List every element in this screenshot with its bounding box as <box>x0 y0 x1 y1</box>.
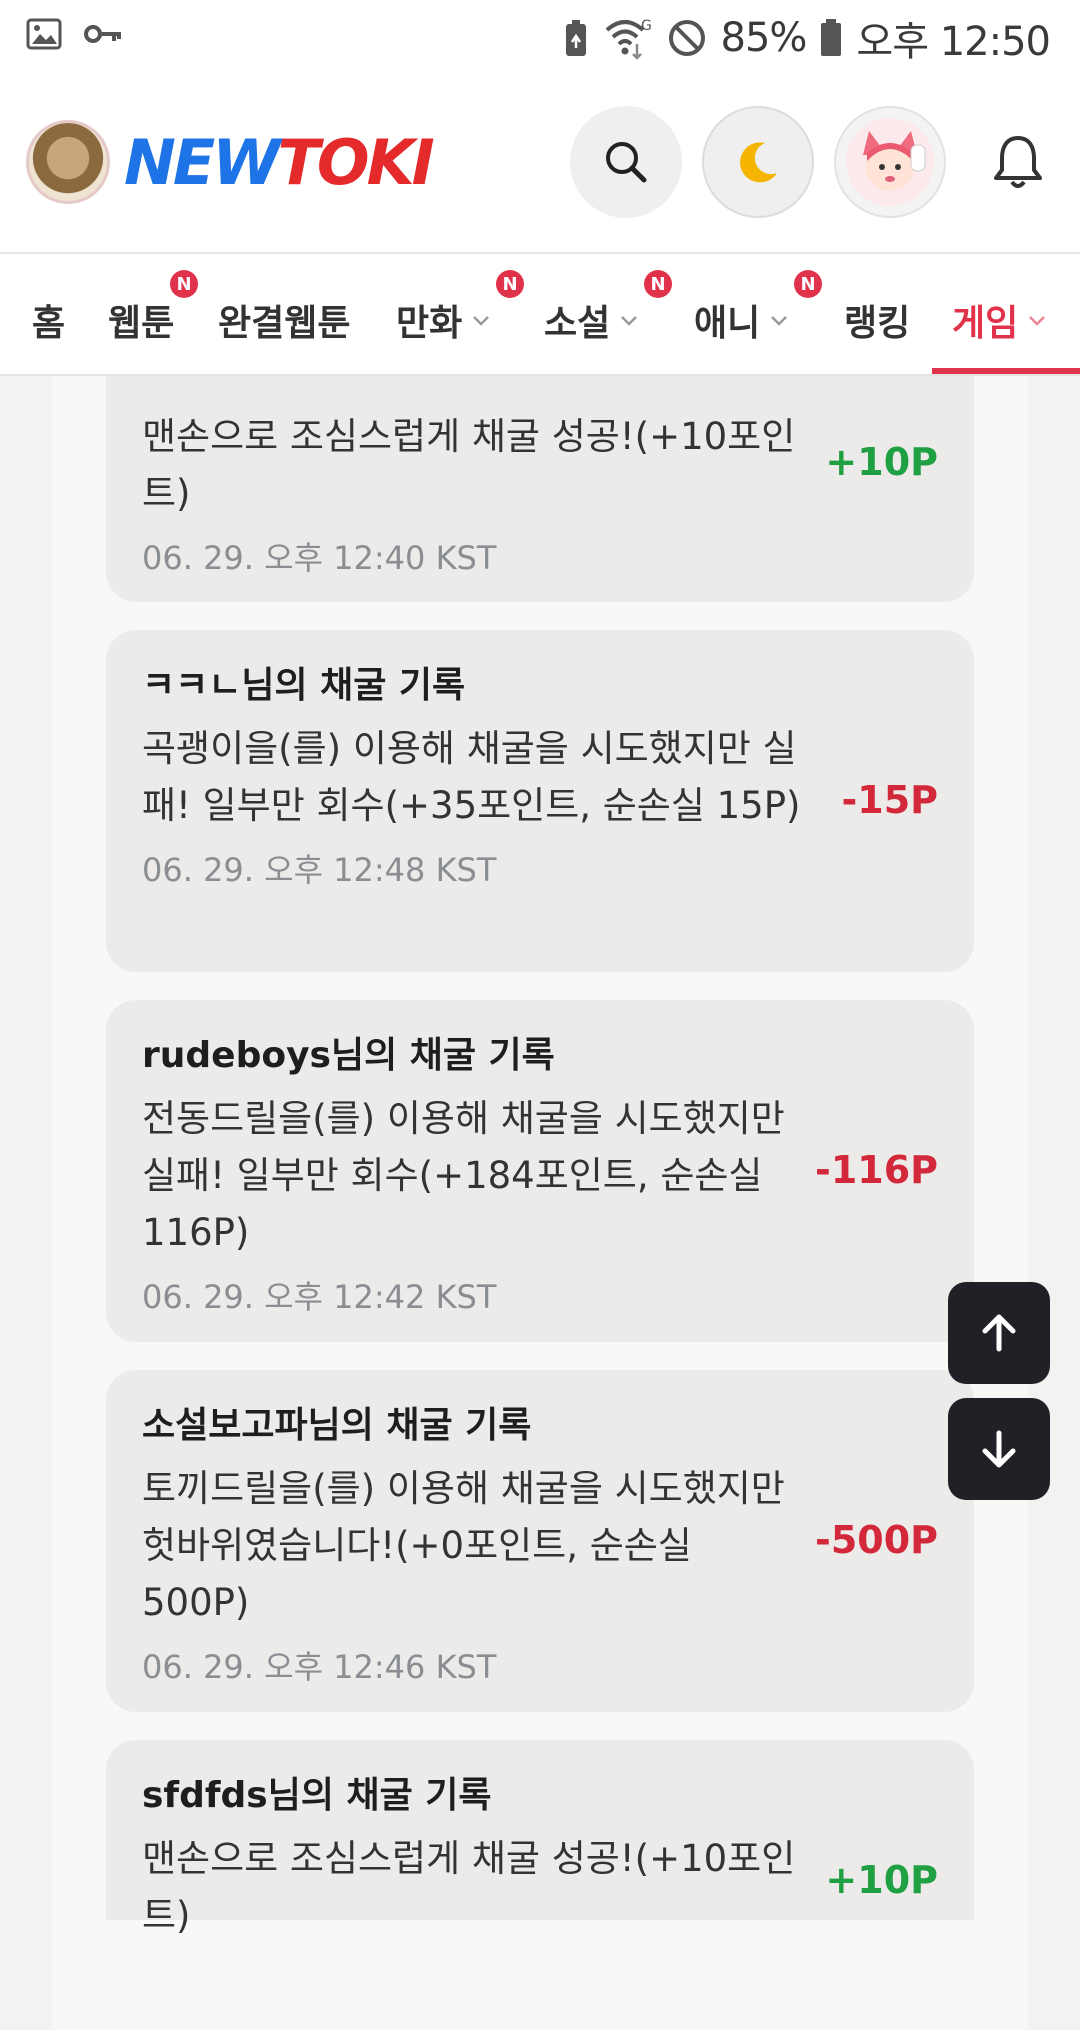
mining-record-card: 소설보고파님의 채굴 기록 토끼드릴을(를) 이용해 채굴을 시도했지만 헛바위… <box>106 1370 974 1712</box>
chevron-down-icon <box>473 316 490 326</box>
record-points: -116P <box>815 1148 938 1192</box>
scroll-bottom-button[interactable] <box>948 1398 1050 1500</box>
tab-manga[interactable]: 만화 <box>396 294 492 346</box>
mining-record-card: rudeboys님의 채굴 기록 전동드릴을(를) 이용해 채굴을 시도했지만 … <box>106 1000 974 1342</box>
wifi-icon: G <box>605 18 652 60</box>
record-description: 맨손으로 조심스럽게 채굴 성공!(+10포인트) <box>142 415 796 515</box>
record-points: -15P <box>841 778 938 822</box>
record-title: ㅋㅋㄴ님의 채굴 기록 <box>142 665 466 706</box>
do-not-disturb-icon <box>668 20 705 56</box>
record-time: 06. 29. 오후 12:46 KST <box>142 1648 497 1686</box>
profile-button[interactable] <box>834 106 946 218</box>
scroll-top-button[interactable] <box>948 1282 1050 1384</box>
record-title: sfdfds님의 채굴 기록 <box>142 1775 492 1816</box>
new-badge: N <box>794 270 822 298</box>
tab-home[interactable]: 홈 <box>32 294 65 346</box>
arrow-up-icon <box>982 1314 1016 1352</box>
record-description: 토끼드릴을(를) 이용해 채굴을 시도했지만 헛바위였습니다!(+0포인트, 순… <box>142 1467 785 1624</box>
tab-label: 만화 <box>396 303 463 344</box>
record-points: +10P <box>825 440 938 484</box>
logo-image[interactable] <box>26 120 110 204</box>
tab-ranking[interactable]: 랭킹 <box>844 294 910 346</box>
tab-label: 애니 <box>694 303 761 344</box>
logo-text-new: NEW <box>124 126 281 199</box>
tab-label: 웹툰 <box>108 303 175 344</box>
tab-label: 게임 <box>952 303 1019 344</box>
new-badge: N <box>496 270 524 298</box>
arrow-down-icon <box>982 1430 1016 1468</box>
site-header: NEWTOKI <box>0 76 1080 254</box>
chevron-down-icon <box>771 316 788 326</box>
tab-webtoon[interactable]: 웹툰 <box>108 294 174 346</box>
battery-percent: 85% <box>720 15 808 61</box>
category-nav: 홈 웹툰 N 완결웹툰 만화 N 소설 N 애니 N 랭킹 게임 <box>0 254 1080 376</box>
tab-label: 홈 <box>32 303 66 344</box>
tab-label: 완결웹툰 <box>218 303 351 344</box>
new-badge: N <box>644 270 672 298</box>
dark-mode-toggle[interactable] <box>702 106 814 218</box>
chevron-down-icon <box>1029 316 1046 326</box>
record-description: 맨손으로 조심스럽게 채굴 성공!(+10포인트) <box>142 1837 796 1937</box>
record-points: -500P <box>815 1518 938 1562</box>
record-points: +10P <box>825 1858 938 1902</box>
tab-label: 랭킹 <box>844 303 911 344</box>
bell-icon[interactable] <box>986 130 1050 194</box>
svg-text:G: G <box>641 18 652 34</box>
status-bar: G 85% 오후 12:50 <box>0 0 1080 76</box>
key-icon <box>84 25 121 43</box>
profile-avatar <box>846 118 934 206</box>
battery-icon <box>821 19 842 56</box>
record-description: 곡괭이을(를) 이용해 채굴을 시도했지만 실패! 일부만 회수(+35포인트,… <box>142 727 801 827</box>
tab-novel[interactable]: 소설 <box>544 294 640 346</box>
gallery-icon <box>26 18 62 50</box>
tab-completed-webtoon[interactable]: 완결웹툰 <box>218 294 350 346</box>
record-title: 소설보고파님의 채굴 기록 <box>142 1405 532 1446</box>
tab-anime[interactable]: 애니 <box>694 294 790 346</box>
record-title: rudeboys님의 채굴 기록 <box>142 1035 555 1076</box>
tab-label: 소설 <box>544 303 611 344</box>
active-tab-indicator <box>932 368 1080 374</box>
moon-icon <box>740 142 777 183</box>
battery-saver-icon <box>565 20 586 56</box>
record-description: 전동드릴을(를) 이용해 채굴을 시도했지만 실패! 일부만 회수(+184포인… <box>142 1097 785 1254</box>
site-logo[interactable]: NEWTOKI <box>124 126 435 199</box>
search-icon <box>606 142 647 183</box>
clock: 오후 12:50 <box>856 19 1051 65</box>
record-time: 06. 29. 오후 12:40 KST <box>142 539 497 577</box>
record-time: 06. 29. 오후 12:48 KST <box>142 851 497 889</box>
mining-record-card: sfdfds님의 채굴 기록 맨손으로 조심스럽게 채굴 성공!(+10포인트)… <box>106 1740 974 1937</box>
chevron-down-icon <box>621 316 638 326</box>
tab-game[interactable]: 게임 <box>952 294 1048 346</box>
new-badge: N <box>170 270 198 298</box>
record-time: 06. 29. 오후 12:42 KST <box>142 1278 497 1316</box>
search-button[interactable] <box>570 106 682 218</box>
mining-record-card: ㅋㅋㄴ님의 채굴 기록 곡괭이을(를) 이용해 채굴을 시도했지만 실패! 일부… <box>106 630 974 972</box>
logo-text-toki: TOKI <box>277 126 435 199</box>
